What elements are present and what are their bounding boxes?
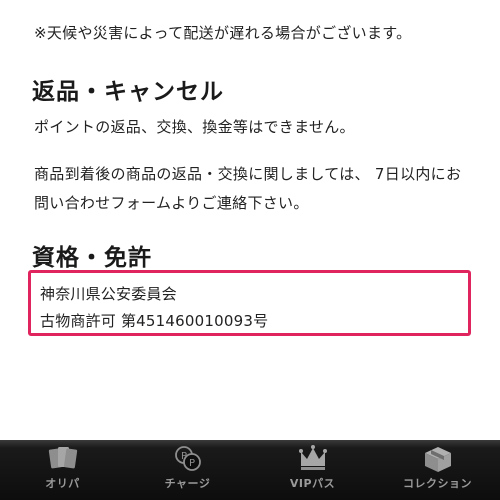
- nav-label-vip-pass: VIPパス: [289, 477, 336, 490]
- cards-icon: [46, 444, 80, 474]
- box-icon: [421, 444, 455, 474]
- crown-icon: [296, 444, 330, 474]
- nav-item-collection[interactable]: コレクション: [375, 440, 500, 500]
- nav-item-oripa[interactable]: オリパ: [0, 440, 125, 500]
- nav-label-charge: チャージ: [164, 477, 211, 490]
- points-icon: P P: [171, 444, 205, 474]
- nav-label-collection: コレクション: [403, 477, 472, 490]
- nav-item-vip-pass[interactable]: VIPパス: [250, 440, 375, 500]
- svg-text:P: P: [188, 458, 194, 469]
- returns-paragraph-points: ポイントの返品、交換、換金等はできません。: [34, 118, 355, 136]
- shipping-delay-note: ※天候や災害によって配送が遅れる場合がございます。: [34, 24, 412, 42]
- license-heading: 資格・免許: [32, 245, 152, 271]
- nav-label-oripa: オリパ: [45, 477, 80, 490]
- main-content: ※天候や災害によって配送が遅れる場合がございます。 返品・キャンセル ポイントの…: [0, 0, 500, 440]
- bottom-navigation-bar: オリパ P P チャージ VIPパス コレクション: [0, 440, 500, 500]
- returns-paragraph-policy: 商品到着後の商品の返品・交換に関しましては、 7日以内にお問い合わせフォームより…: [34, 165, 462, 212]
- returns-heading: 返品・キャンセル: [32, 79, 224, 105]
- nav-item-charge[interactable]: P P チャージ: [125, 440, 250, 500]
- license-authority: 神奈川県公安委員会: [40, 285, 177, 303]
- license-highlight-box: 神奈川県公安委員会 古物商許可 第451460010093号: [28, 270, 471, 336]
- license-number: 古物商許可 第451460010093号: [40, 312, 269, 330]
